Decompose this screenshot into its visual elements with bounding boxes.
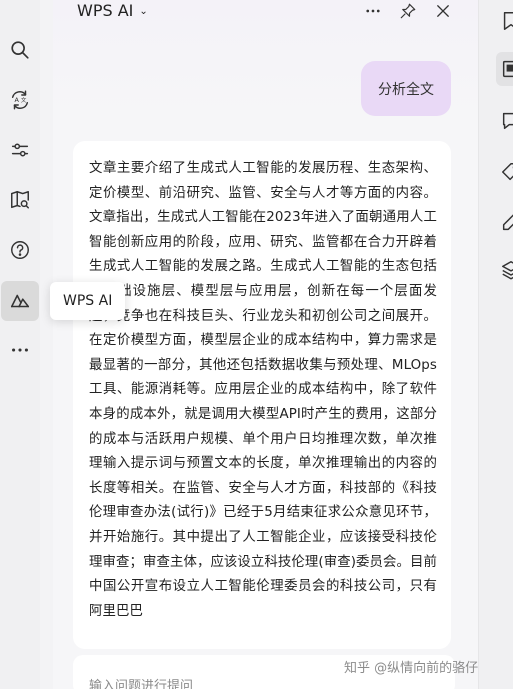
user-message-text: 分析全文 <box>378 81 434 98</box>
chevron-down-icon: ⌄ <box>139 6 148 17</box>
svg-text:文: 文 <box>21 96 27 104</box>
layers-button[interactable] <box>496 253 513 287</box>
tag-icon <box>502 163 513 181</box>
panel-more-button[interactable] <box>362 0 384 22</box>
bookmark-icon <box>503 12 513 30</box>
edit-button[interactable] <box>496 205 513 239</box>
close-icon <box>437 5 449 17</box>
document-panel-button[interactable] <box>496 52 513 86</box>
wps-ai-tooltip: WPS AI <box>50 282 126 320</box>
settings-sliders-button[interactable] <box>0 130 40 170</box>
left-sidebar: A文 <box>0 0 40 689</box>
help-button[interactable] <box>0 230 40 270</box>
close-button[interactable] <box>432 0 454 22</box>
wps-ai-panel: WPS AI ⌄ 分析全文 文章主要介绍了生成式人工智能的发展历程、生态架构、定… <box>53 0 478 689</box>
translate-icon: A文 <box>11 90 29 110</box>
tag-button[interactable] <box>496 155 513 189</box>
panel-title: WPS AI <box>77 1 134 20</box>
wps-ai-button[interactable] <box>1 281 39 321</box>
wps-ai-icon <box>10 294 30 308</box>
pin-button[interactable] <box>397 0 419 22</box>
more-icon <box>366 9 380 13</box>
sliders-icon <box>11 143 29 157</box>
book-search-button[interactable] <box>0 180 40 220</box>
watermark: 知乎 @纵情向前的骆仔 <box>344 661 479 676</box>
search-icon <box>11 41 29 59</box>
more-icon <box>12 348 28 352</box>
panel-header: WPS AI ⌄ <box>53 0 478 24</box>
panel-title-dropdown[interactable]: WPS AI ⌄ <box>77 1 148 20</box>
bookmark-button[interactable] <box>496 4 513 38</box>
ai-answer-card: 文章主要介绍了生成式人工智能的发展历程、生态架构、定价模型、前沿研究、监管、安全… <box>73 141 451 649</box>
document-panel-icon <box>502 60 513 78</box>
user-message-bubble: 分析全文 <box>361 61 451 116</box>
search-button[interactable] <box>0 30 40 70</box>
pin-icon <box>400 3 416 19</box>
svg-text:A: A <box>15 96 20 104</box>
translate-button[interactable]: A文 <box>0 80 40 120</box>
more-button[interactable] <box>0 330 40 370</box>
ai-answer-text: 文章主要介绍了生成式人工智能的发展历程、生态架构、定价模型、前沿研究、监管、安全… <box>89 161 437 619</box>
layers-icon <box>502 261 513 280</box>
book-search-icon <box>11 191 29 209</box>
help-icon <box>11 241 29 259</box>
comment-icon <box>502 112 513 130</box>
comment-button[interactable] <box>496 104 513 138</box>
edit-icon <box>502 214 513 231</box>
right-sidebar <box>478 0 513 689</box>
